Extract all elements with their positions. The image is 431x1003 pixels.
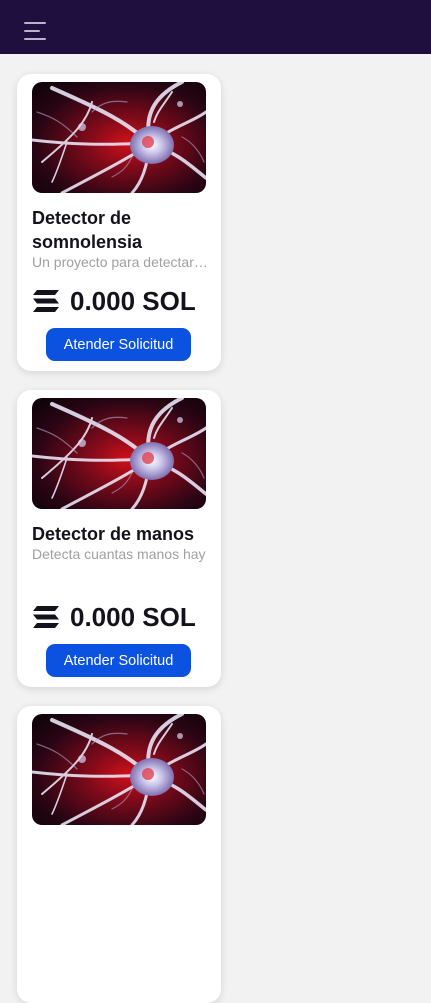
project-card: Detector de manos Detecta cuantas manos …: [17, 390, 221, 687]
project-title: Detector de somnolensia: [32, 208, 143, 252]
price-row: 0.000 SOL: [32, 284, 196, 318]
neuron-image: [32, 398, 206, 509]
project-title: Detector de manos: [32, 524, 195, 544]
price-row: 0.000 SOL: [32, 600, 196, 634]
top-app-bar: [0, 0, 431, 54]
project-description: Un proyecto para detectar somnolencia: [32, 254, 208, 270]
atender-solicitud-button[interactable]: Atender Solicitud: [46, 328, 191, 361]
project-price: 0.000 SOL: [70, 286, 196, 316]
project-card: Detector de somnolensia Un proyecto para…: [17, 74, 221, 371]
project-price: 0.000 SOL: [70, 602, 196, 632]
hamburger-menu-icon[interactable]: [24, 21, 48, 41]
neuron-image: [32, 82, 206, 193]
atender-solicitud-button[interactable]: Atender Solicitud: [46, 644, 191, 677]
solana-icon: [32, 289, 60, 313]
solana-icon: [32, 605, 60, 629]
project-card: [17, 706, 221, 1003]
project-description: Detecta cuantas manos hay: [32, 546, 206, 562]
